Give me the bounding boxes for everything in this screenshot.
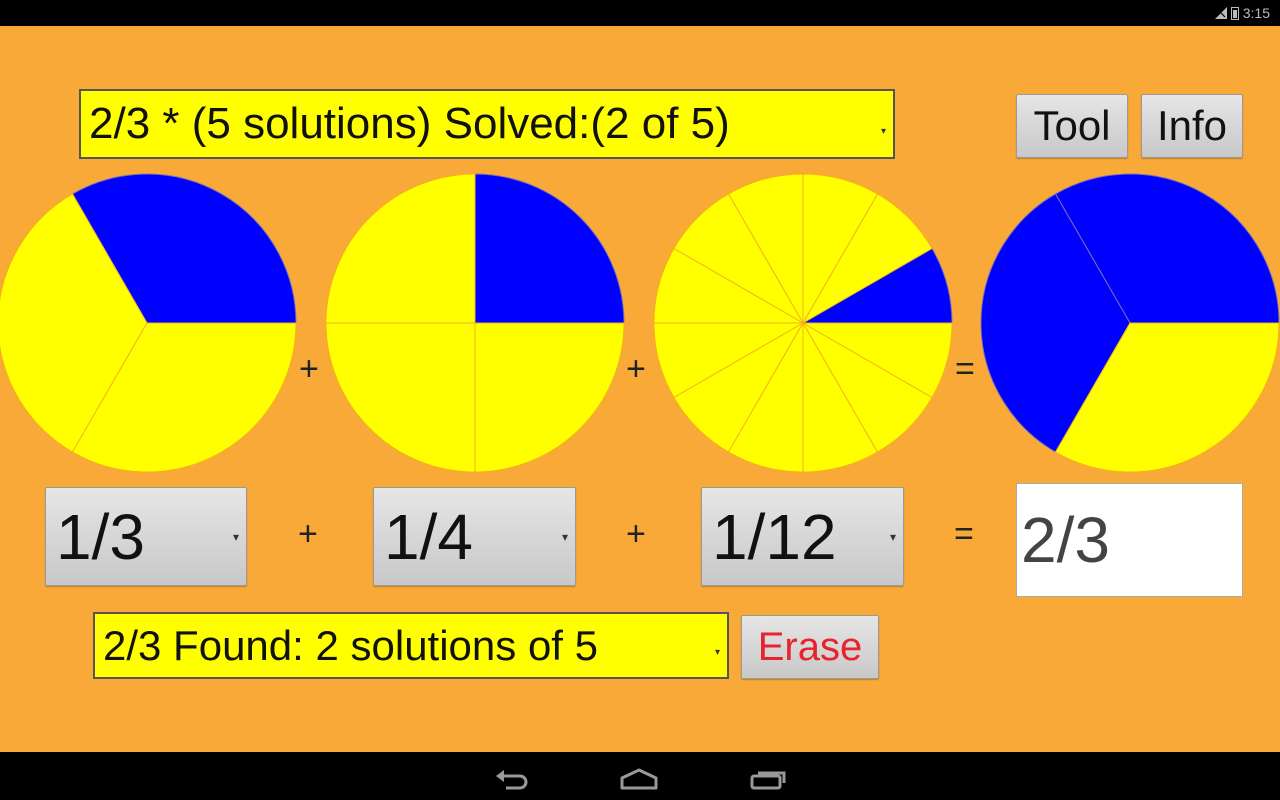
fraction-spinner-1-value: 1/3 — [56, 500, 145, 573]
dropdown-caret-icon: ▾ — [880, 126, 886, 138]
dropdown-caret-icon: ▾ — [889, 530, 896, 545]
problem-selector[interactable]: 2/3 * (5 solutions) Solved:(2 of 5) ▾ — [79, 89, 895, 159]
status-icons: 3:15 — [1214, 4, 1270, 22]
fraction-spinner-2[interactable]: 1/4 ▾ — [373, 487, 576, 586]
result-field[interactable]: 2/3 — [1016, 483, 1243, 597]
battery-icon — [1230, 6, 1239, 20]
tool-button[interactable]: Tool — [1016, 94, 1128, 158]
pie-one-quarter[interactable] — [325, 173, 625, 473]
problem-selector-label: 2/3 * (5 solutions) Solved:(2 of 5) — [89, 99, 730, 148]
fraction-spinner-2-value: 1/4 — [384, 500, 473, 573]
pie-plus-sign-2: + — [626, 350, 646, 388]
pie-slice-unshaded[interactable] — [325, 322, 476, 473]
plus-sign-1: + — [298, 515, 318, 553]
pie-slice-unshaded[interactable] — [325, 173, 476, 324]
back-button[interactable] — [492, 764, 532, 792]
erase-button-label: Erase — [757, 624, 863, 669]
navigation-bar — [0, 752, 1280, 800]
pie-two-thirds[interactable] — [980, 173, 1280, 473]
recent-apps-icon — [750, 771, 786, 790]
status-bar: 3:15 — [0, 0, 1280, 26]
back-icon — [496, 770, 528, 790]
erase-button[interactable]: Erase — [741, 615, 879, 679]
fraction-spinner-1[interactable]: 1/3 ▾ — [45, 487, 247, 586]
pie-equals-sign: = — [955, 350, 975, 388]
info-button-label: Info — [1156, 102, 1228, 149]
plus-sign-2: + — [626, 515, 646, 553]
result-value: 2/3 — [1021, 504, 1110, 576]
pie-slice-unshaded[interactable] — [474, 322, 625, 473]
found-solutions-label: 2/3 Found: 2 solutions of 5 — [103, 621, 598, 669]
dropdown-caret-icon: ▾ — [232, 530, 239, 545]
home-button[interactable] — [619, 764, 659, 792]
fraction-spinner-3[interactable]: 1/12 ▾ — [701, 487, 904, 586]
found-solutions-selector[interactable]: 2/3 Found: 2 solutions of 5 ▾ — [93, 612, 729, 679]
tool-button-label: Tool — [1033, 102, 1111, 149]
pie-plus-sign-1: + — [299, 350, 319, 388]
info-button[interactable]: Info — [1141, 94, 1243, 158]
dropdown-caret-icon: ▾ — [714, 647, 720, 659]
home-icon — [620, 768, 658, 790]
fraction-spinner-3-value: 1/12 — [712, 500, 837, 573]
clock: 3:15 — [1242, 5, 1270, 21]
equals-sign: = — [954, 515, 974, 553]
signal-icon — [1214, 7, 1227, 19]
pie-slice-shaded[interactable] — [474, 173, 625, 324]
pie-one-third[interactable] — [0, 173, 297, 473]
recent-apps-button[interactable] — [748, 764, 788, 792]
pie-one-twelfth[interactable] — [653, 173, 953, 473]
dropdown-caret-icon: ▾ — [561, 530, 568, 545]
